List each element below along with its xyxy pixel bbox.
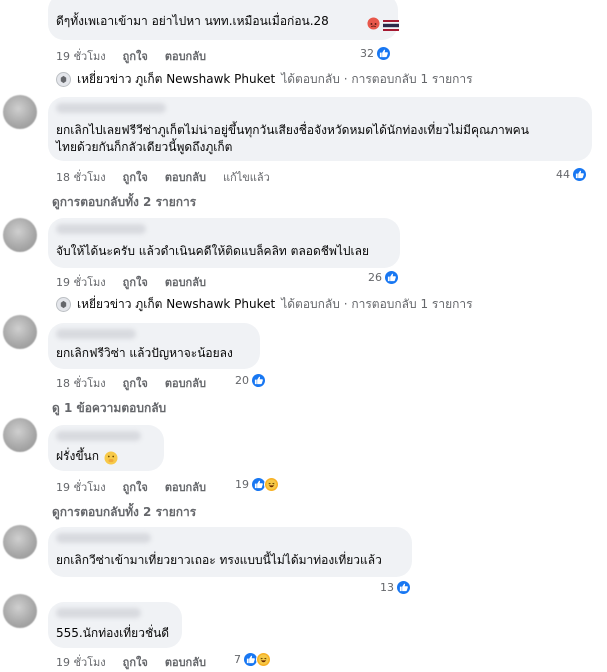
like-link[interactable]: ถูกใจ [123, 374, 148, 392]
reaction-number: 44 [556, 168, 570, 181]
comment-actions: 19 ชั่วโมง ถูกใจ ตอบกลับ [56, 273, 206, 291]
reply-link[interactable]: ตอบกลับ [165, 653, 206, 671]
like-reaction-icon [251, 373, 266, 388]
comment-text: 555.นักท่องเที่ยวชั่นดี [56, 626, 170, 640]
commenter-name[interactable] [56, 608, 141, 618]
like-link[interactable]: ถูกใจ [123, 168, 148, 186]
commenter-name[interactable] [56, 533, 151, 543]
like-reaction-icon [376, 46, 391, 61]
comment-actions: 19 ชั่วโมง ถูกใจ ตอบกลับ [56, 478, 206, 496]
like-reaction-icon [572, 167, 587, 182]
comment-bubble: 555.นักท่องเที่ยวชั่นดี [48, 602, 182, 648]
reaction-count[interactable]: 19 [235, 477, 279, 492]
like-reaction-icon [396, 580, 411, 595]
comment-bubble: จับให้ได้นะครับ แล้วดำเนินคดีให้ติดแบล็ค… [48, 218, 400, 268]
reaction-number: 13 [380, 581, 394, 594]
avatar[interactable] [3, 594, 37, 628]
avatar[interactable] [3, 315, 37, 349]
comment-text-line2: ไทยด้วยกันก็กลัวเดียวนี้พูดถึงภูเก็ต [56, 140, 233, 154]
view-replies-link[interactable]: ดูการตอบกลับทั้ง 2 รายการ [52, 193, 196, 212]
comment-text: ฝรั่งขึ้นก [56, 449, 100, 463]
comment-time[interactable]: 19 ชั่วโมง [56, 478, 106, 496]
page-avatar-icon [56, 297, 71, 312]
comment-bubble: ยกเลิกฟรีวิซ่า แล้วปัญหาจะน้อยลง [48, 323, 260, 369]
avatar[interactable] [3, 418, 37, 452]
reaction-count[interactable]: 44 [556, 167, 587, 182]
comment-text: ยกเลิกวีซ่าเข้ามาเที่ยวยาวเถอะ ทรงแบบนี้… [56, 553, 382, 567]
comment-text: ดีๆทั้งเพเอาเข้ามา อย่าไปหา นทท.เหมือนเม… [56, 14, 329, 28]
comment-bubble: ฝรั่งขึ้นก [48, 425, 164, 471]
commenter-name[interactable] [56, 224, 146, 234]
page-name[interactable]: เหยี่ยวข่าว ภูเก็ต Newshawk Phuket [77, 70, 275, 89]
comment-text: ยกเลิกฟรีวิซ่า แล้วปัญหาจะน้อยลง [56, 346, 233, 360]
page-avatar-icon [56, 72, 71, 87]
reaction-count[interactable]: 26 [368, 270, 399, 285]
reaction-count[interactable]: 13 [380, 580, 411, 595]
reply-link[interactable]: ตอบกลับ [165, 168, 206, 186]
like-link[interactable]: ถูกใจ [123, 478, 148, 496]
comment-actions: 19 ชั่วโมง ถูกใจ ตอบกลับ [56, 47, 206, 65]
reply-count-text[interactable]: ได้ตอบกลับ · การตอบกลับ 1 รายการ [281, 70, 472, 89]
view-replies-link[interactable]: ดู 1 ข้อความตอบกลับ [52, 399, 166, 418]
reply-link[interactable]: ตอบกลับ [165, 47, 206, 65]
reaction-count[interactable]: 7 [234, 652, 271, 667]
comment-actions: 19 ชั่วโมง ถูกใจ ตอบกลับ [56, 653, 206, 671]
reaction-number: 19 [235, 478, 249, 491]
reaction-count[interactable]: 32 [360, 46, 391, 61]
like-reaction-icon [384, 270, 399, 285]
comment-time[interactable]: 19 ชั่วโมง [56, 653, 106, 671]
reaction-number: 20 [235, 374, 249, 387]
page-name[interactable]: เหยี่ยวข่าว ภูเก็ต Newshawk Phuket [77, 295, 275, 314]
comment-bubble: ดีๆทั้งเพเอาเข้ามา อย่าไปหา นทท.เหมือนเม… [48, 0, 399, 40]
avatar[interactable] [3, 525, 37, 559]
commenter-name[interactable] [56, 329, 136, 339]
angry-emoji-icon [367, 15, 380, 34]
like-link[interactable]: ถูกใจ [123, 653, 148, 671]
reaction-number: 7 [234, 653, 241, 666]
edited-label: แก้ไขแล้ว [222, 171, 270, 184]
reply-link[interactable]: ตอบกลับ [165, 478, 206, 496]
comment-time[interactable]: 18 ชั่วโมง [56, 168, 106, 186]
comment-bubble: ยกเลิกไปเลยฟรีวีซ่าภูเก็ตไม่น่าอยู่ขึ้นท… [48, 97, 592, 161]
comment-time[interactable]: 19 ชั่วโมง [56, 273, 106, 291]
avatar[interactable] [3, 95, 37, 129]
page-reply-summary[interactable]: เหยี่ยวข่าว ภูเก็ต Newshawk Phuket ได้ตอ… [56, 295, 473, 314]
comment-actions: 18 ชั่วโมง ถูกใจ ตอบกลับ [56, 374, 206, 392]
comment-actions: 18 ชั่วโมง ถูกใจ ตอบกลับ แก้ไขแล้ว [56, 168, 270, 186]
commenter-name[interactable] [56, 103, 166, 113]
reaction-number: 32 [360, 47, 374, 60]
thai-flag-icon [383, 16, 399, 35]
reply-link[interactable]: ตอบกลับ [165, 374, 206, 392]
view-replies-link[interactable]: ดูการตอบกลับทั้ง 2 รายการ [52, 503, 196, 522]
page-reply-summary[interactable]: เหยี่ยวข่าว ภูเก็ต Newshawk Phuket ได้ตอ… [56, 70, 473, 89]
comment-time[interactable]: 19 ชั่วโมง [56, 47, 106, 65]
reply-count-text[interactable]: ได้ตอบกลับ · การตอบกลับ 1 รายการ [281, 295, 472, 314]
avatar[interactable] [3, 218, 37, 252]
like-link[interactable]: ถูกใจ [123, 47, 148, 65]
reply-link[interactable]: ตอบกลับ [165, 273, 206, 291]
reaction-count[interactable]: 20 [235, 373, 266, 388]
comment-text: จับให้ได้นะครับ แล้วดำเนินคดีให้ติดแบล็ค… [56, 244, 369, 258]
like-link[interactable]: ถูกใจ [123, 273, 148, 291]
comment-bubble: ยกเลิกวีซ่าเข้ามาเที่ยวยาวเถอะ ทรงแบบนี้… [48, 527, 412, 577]
commenter-name[interactable] [56, 431, 141, 441]
haha-reaction-icon [264, 477, 279, 492]
comment-time[interactable]: 18 ชั่วโมง [56, 374, 106, 392]
haha-reaction-icon [256, 652, 271, 667]
reaction-number: 26 [368, 271, 382, 284]
hand-over-mouth-emoji-icon [104, 450, 118, 469]
